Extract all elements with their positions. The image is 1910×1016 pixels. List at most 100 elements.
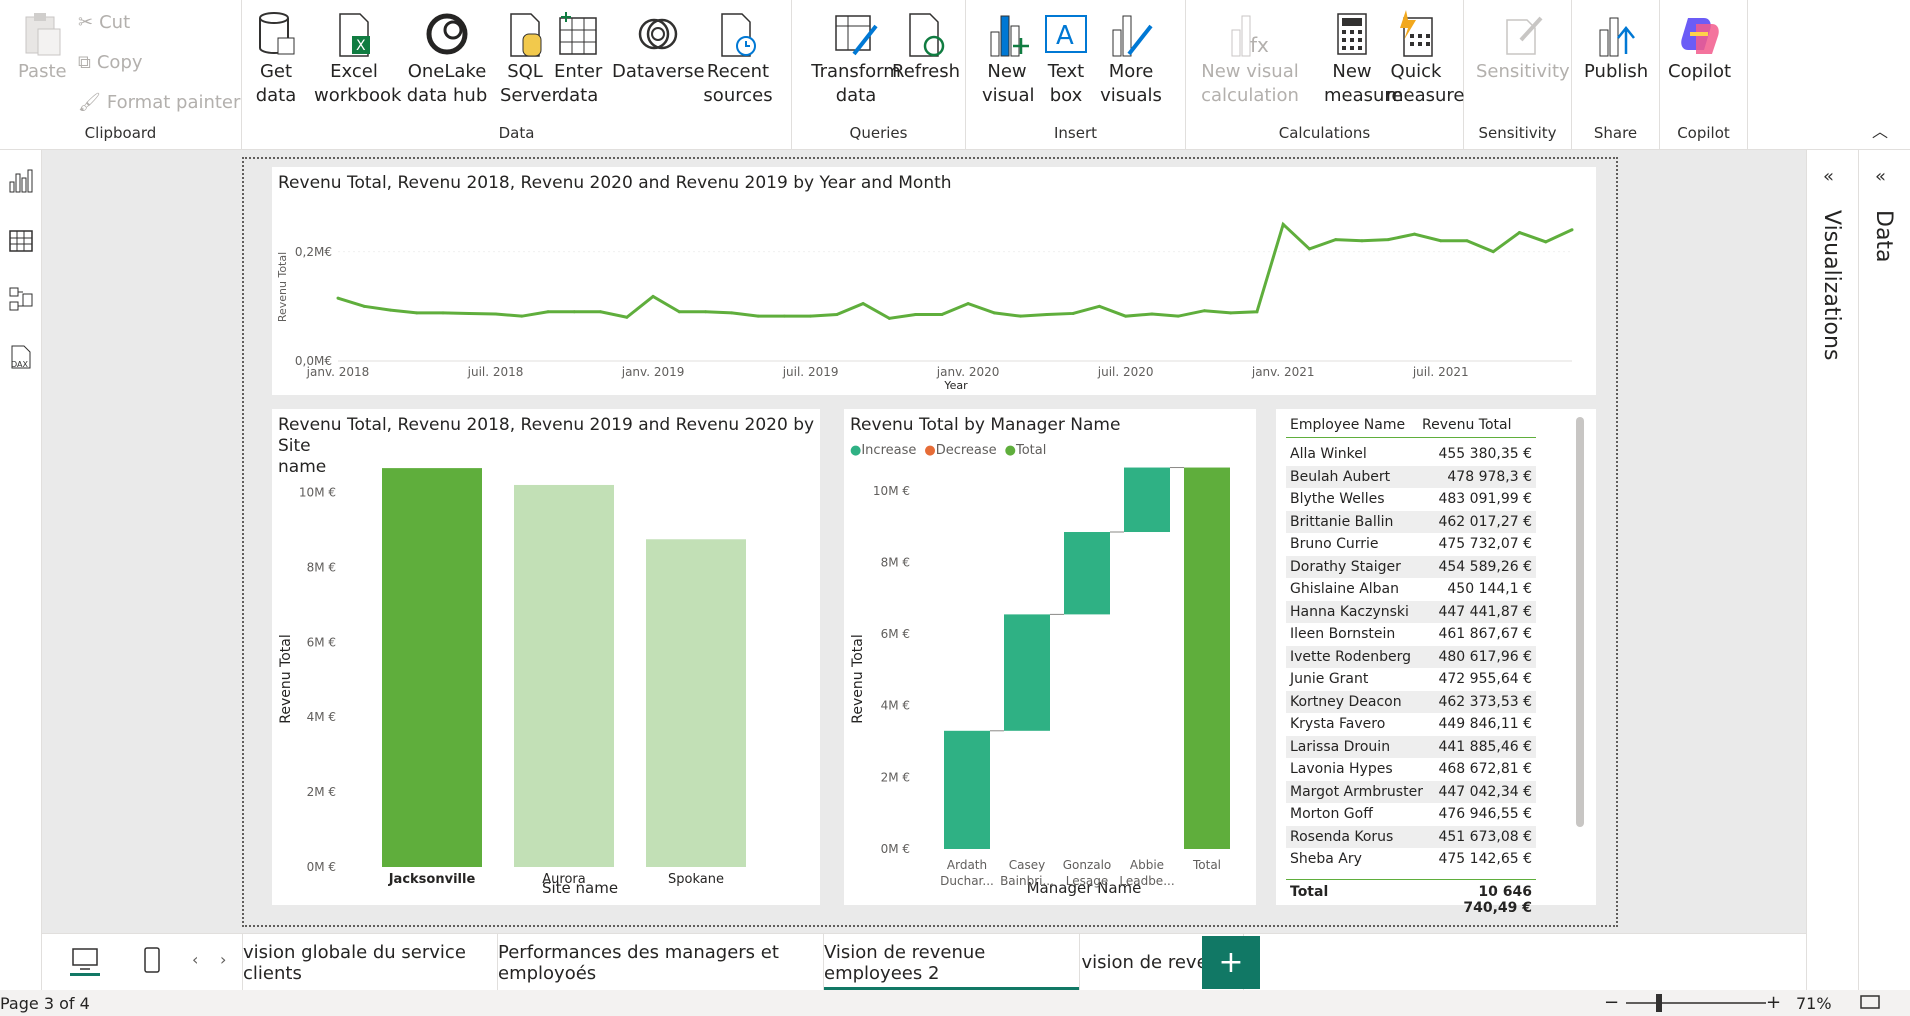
data-point bbox=[415, 311, 419, 315]
table-row[interactable]: Ghislaine Alban 450 144,1 € bbox=[1286, 578, 1536, 601]
table-row[interactable]: Bruno Currie 475 732,07 € bbox=[1286, 533, 1536, 556]
get-data-button[interactable]: Get data bbox=[252, 8, 300, 108]
format-painter-button[interactable]: 🖌 Format painter bbox=[78, 92, 240, 113]
y-tick-label: 2M € bbox=[307, 785, 336, 799]
dataverse-button[interactable]: Dataverse bbox=[612, 8, 705, 84]
table-row[interactable]: Sheba Ary 475 142,65 € bbox=[1286, 848, 1536, 871]
expand-chevron-icon[interactable]: « bbox=[1875, 166, 1886, 187]
cut-button[interactable]: ✂ Cut bbox=[78, 12, 130, 33]
mobile-layout-icon[interactable] bbox=[142, 946, 162, 976]
more-visuals-button[interactable]: More visuals bbox=[1096, 8, 1166, 108]
zoom-slider[interactable] bbox=[1626, 994, 1766, 1012]
table-row[interactable]: Blythe Welles 483 091,99 € bbox=[1286, 488, 1536, 511]
new-visual-button[interactable]: New visual bbox=[982, 8, 1034, 108]
data-point bbox=[441, 311, 445, 315]
employee-name-cell: Ileen Bornstein bbox=[1290, 626, 1396, 643]
table-visual[interactable]: Employee Name Revenu Total Alla Winkel 45… bbox=[1276, 409, 1596, 916]
data-pane[interactable]: « Data bbox=[1858, 150, 1910, 990]
column-header-employee[interactable]: Employee Name bbox=[1286, 417, 1422, 433]
paste-button[interactable]: Paste bbox=[18, 8, 67, 84]
column-header-revenue[interactable]: Revenu Total bbox=[1422, 417, 1532, 433]
table-row[interactable]: Lavonia Hypes 468 672,81 € bbox=[1286, 758, 1536, 781]
table-row[interactable]: Kortney Deacon 462 373,53 € bbox=[1286, 690, 1536, 713]
bar bbox=[514, 484, 614, 867]
collapse-ribbon-icon[interactable]: ︿ bbox=[1872, 118, 1888, 142]
table-view-icon[interactable] bbox=[8, 228, 34, 254]
recent-sources-button[interactable]: Recent sources bbox=[698, 8, 778, 108]
waterfall-bar bbox=[1184, 467, 1230, 849]
previous-page-icon[interactable]: ‹ bbox=[192, 950, 198, 969]
quick-measure-button[interactable]: Quick measure bbox=[1386, 8, 1465, 108]
sensitivity-group: Sensitivity Sensitivity bbox=[1464, 0, 1572, 150]
table-row[interactable]: Larissa Drouin 441 885,46 € bbox=[1286, 735, 1536, 758]
data-point bbox=[599, 310, 603, 314]
table-row[interactable]: Ileen Bornstein 461 867,67 € bbox=[1286, 623, 1536, 646]
model-view-icon[interactable] bbox=[8, 286, 34, 312]
table-header: Employee Name Revenu Total bbox=[1286, 417, 1532, 433]
enter-data-button[interactable]: Enter data bbox=[554, 8, 602, 108]
waterfall-chart: Revenu Total Manager Name 0M €2M €4M €6M… bbox=[850, 467, 1230, 897]
calculations-group: fx New visual calculation New measure Qu… bbox=[1186, 0, 1465, 150]
fit-to-page-icon[interactable] bbox=[1860, 994, 1880, 1014]
zoom-in-icon[interactable]: + bbox=[1766, 992, 1781, 1013]
desktop-layout-icon[interactable] bbox=[70, 946, 100, 976]
new-visual-calculation-button[interactable]: fx New visual calculation bbox=[1196, 8, 1304, 108]
employee-name-cell: Hanna Kaczynski bbox=[1290, 603, 1409, 620]
x-tick-label: juil. 2018 bbox=[467, 365, 524, 379]
table-row[interactable]: Rosenda Korus 451 673,08 € bbox=[1286, 825, 1536, 848]
add-page-button[interactable]: + bbox=[1202, 936, 1260, 989]
y-axis-label: Revenu Total bbox=[278, 634, 294, 724]
sensitivity-button[interactable]: Sensitivity bbox=[1476, 8, 1570, 84]
data-point bbox=[835, 313, 839, 317]
group-label: Share bbox=[1593, 124, 1638, 142]
x-tick-label: janv. 2018 bbox=[306, 365, 370, 379]
expand-chevron-icon[interactable]: « bbox=[1823, 166, 1834, 187]
zoom-out-icon[interactable]: − bbox=[1604, 992, 1619, 1013]
table-row[interactable]: Dorathy Staiger 454 589,26 € bbox=[1286, 555, 1536, 578]
calculator-icon bbox=[1328, 8, 1376, 60]
new-measure-button[interactable]: New measure bbox=[1324, 8, 1403, 108]
plus-icon: + bbox=[1218, 945, 1244, 980]
line-chart-visual[interactable]: Revenu Total, Revenu 2018, Revenu 2020 a… bbox=[272, 167, 1596, 395]
tab-performances[interactable]: Performances des managers et employoés bbox=[498, 934, 824, 991]
table-row[interactable]: Margot Armbruster 447 042,34 € bbox=[1286, 780, 1536, 803]
table-row[interactable]: Hanna Kaczynski 447 441,87 € bbox=[1286, 600, 1536, 623]
table-row[interactable]: Ivette Rodenberg 480 617,96 € bbox=[1286, 645, 1536, 668]
bar-chart-visual[interactable]: Revenu Total, Revenu 2018, Revenu 2019 a… bbox=[272, 409, 820, 905]
tab-vision-globale[interactable]: vision globale du service clients bbox=[242, 934, 498, 991]
copilot-button[interactable]: Copilot bbox=[1668, 8, 1731, 84]
table-row[interactable]: Brittanie Ballin 462 017,27 € bbox=[1286, 510, 1536, 533]
copy-button[interactable]: ⧉ Copy bbox=[78, 52, 143, 73]
table-row[interactable]: Alla Winkel 455 380,35 € bbox=[1286, 443, 1536, 466]
table-row[interactable]: Beulah Aubert 478 978,3 € bbox=[1286, 465, 1536, 488]
sql-server-button[interactable]: SQL Server bbox=[500, 8, 559, 108]
zoom-slider-thumb[interactable] bbox=[1656, 994, 1662, 1012]
text-box-button[interactable]: A Text box bbox=[1042, 8, 1090, 108]
y-tick-label: 8M € bbox=[881, 555, 910, 569]
table-row[interactable]: Morton Goff 476 946,55 € bbox=[1286, 803, 1536, 826]
data-point bbox=[1281, 222, 1285, 226]
table-scrollbar[interactable] bbox=[1576, 417, 1584, 827]
excel-workbook-button[interactable]: X Excel workbook bbox=[314, 8, 401, 108]
data-point bbox=[546, 310, 550, 314]
data-point bbox=[887, 316, 891, 320]
x-tick-label: Spokane bbox=[668, 872, 724, 887]
revenue-cell: 462 017,27 € bbox=[1438, 513, 1532, 530]
data-point bbox=[1229, 311, 1233, 315]
x-tick-label: janv. 2019 bbox=[621, 365, 685, 379]
table-row[interactable]: Krysta Favero 449 846,11 € bbox=[1286, 713, 1536, 736]
dax-query-view-icon[interactable]: DAX bbox=[8, 344, 34, 370]
onelake-data-hub-button[interactable]: OneLake data hub bbox=[402, 8, 492, 108]
y-tick-label: 10M € bbox=[299, 485, 336, 499]
report-view-icon[interactable] bbox=[8, 168, 34, 194]
data-point bbox=[1412, 232, 1416, 236]
waterfall-chart-visual[interactable]: Revenu Total by Manager Name ●Increase ●… bbox=[844, 409, 1256, 905]
refresh-button[interactable]: Refresh bbox=[892, 8, 960, 84]
publish-button[interactable]: Publish bbox=[1584, 8, 1648, 84]
next-page-icon[interactable]: › bbox=[220, 950, 226, 969]
revenue-cell: 475 142,65 € bbox=[1438, 851, 1532, 868]
table-row[interactable]: Junie Grant 472 955,64 € bbox=[1286, 668, 1536, 691]
visualizations-pane[interactable]: « Visualizations bbox=[1806, 150, 1858, 990]
y-axis-label: Revenu Total bbox=[850, 634, 866, 724]
tab-vision-revenue-employees-2[interactable]: Vision de revenue employees 2 bbox=[824, 934, 1080, 991]
